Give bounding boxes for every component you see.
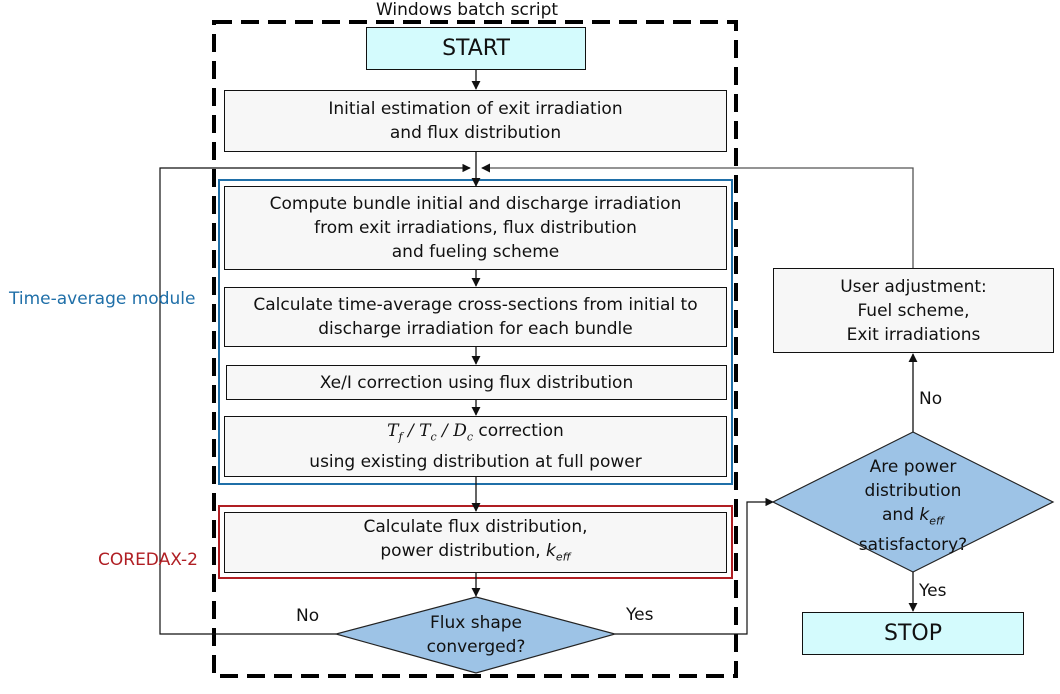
- tf-line-2: using existing distribution at full powe…: [309, 451, 642, 472]
- sat-no-label: No: [919, 389, 943, 409]
- time-average-group-label: Time-average module: [9, 289, 196, 309]
- flux-yes-label: Yes: [626, 605, 654, 625]
- compute-line-2: from exit irradiations, flux distributio…: [314, 218, 637, 238]
- compute-bundle-node: Compute bundle initial and discharge irr…: [224, 186, 727, 270]
- user-line-2: Fuel scheme,: [857, 300, 970, 321]
- calcxs-line-1: Calculate time-average cross-sections fr…: [253, 295, 698, 315]
- compute-line-1: Compute bundle initial and discharge irr…: [269, 194, 682, 214]
- calc-cross-sections-node: Calculate time-average cross-sections fr…: [224, 287, 727, 347]
- tf-correction-node: Tf / Tc / Dc correction using existing d…: [224, 416, 727, 477]
- user-line-1: User adjustment:: [840, 276, 987, 297]
- calcflux-line-2: power distribution, keff: [380, 541, 571, 564]
- start-label: START: [442, 35, 510, 61]
- flux-converged-text: Flux shape converged?: [426, 613, 526, 657]
- satisfactory-text: Are power distribution and keff satisfac…: [858, 457, 968, 556]
- xe-correction-node: Xe/I correction using flux distribution: [226, 365, 727, 400]
- start-node: START: [366, 27, 586, 70]
- compute-line-3: and fueling scheme: [391, 242, 560, 262]
- stop-label: STOP: [884, 620, 942, 646]
- coredax-group-label: COREDAX-2: [98, 550, 198, 570]
- container-label: Windows batch script: [376, 0, 559, 20]
- user-adjustment-node: User adjustment: Fuel scheme, Exit irrad…: [773, 268, 1054, 353]
- calcflux-line-1: Calculate flux distribution,: [363, 517, 588, 538]
- calc-flux-node: Calculate flux distribution, power distr…: [224, 512, 727, 573]
- calcxs-line-2: discharge irradiation for each bundle: [318, 319, 633, 339]
- tf-line-1: Tf / Tc / Dc correction: [387, 421, 564, 444]
- tf-math: Tf / Tc / Dc: [387, 421, 473, 444]
- initial-line-2: and flux distribution: [389, 123, 562, 143]
- user-line-3: Exit irradiations: [846, 324, 981, 345]
- stop-node: STOP: [802, 612, 1024, 655]
- flux-no-label: No: [296, 606, 320, 626]
- initial-line-1: Initial estimation of exit irradiation: [328, 99, 623, 119]
- sat-yes-label: Yes: [919, 581, 947, 601]
- initial-estimation-node: Initial estimation of exit irradiation a…: [224, 90, 727, 152]
- xe-correction-label: Xe/I correction using flux distribution: [319, 372, 634, 393]
